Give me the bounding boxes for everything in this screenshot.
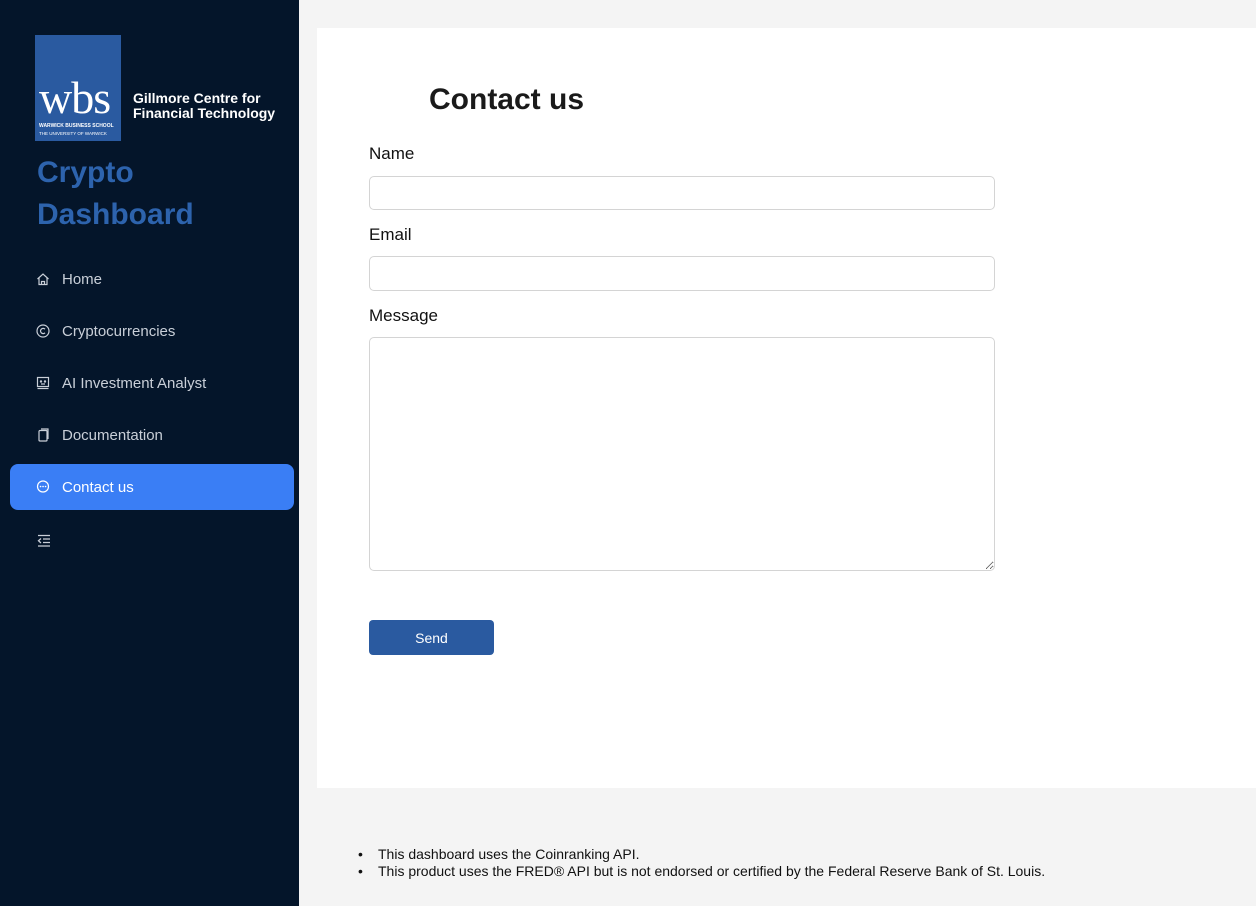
sidebar-item-cryptocurrencies[interactable]: Cryptocurrencies <box>10 308 294 354</box>
document-icon <box>36 428 50 442</box>
sidebar-item-home[interactable]: Home <box>10 256 294 302</box>
footer-note-coinranking: This dashboard uses the Coinranking API. <box>356 846 1045 863</box>
wbs-logo[interactable]: wbs WARWICK BUSINESS SCHOOL THE UNIVERSI… <box>35 35 121 141</box>
sidebar: wbs WARWICK BUSINESS SCHOOL THE UNIVERSI… <box>0 0 299 906</box>
sidebar-item-label: Home <box>62 270 103 288</box>
sidebar-nav: Home Cryptocurrencies AI Investment Anal… <box>10 256 294 516</box>
footer-note-fred: This product uses the FRED® API but is n… <box>356 863 1045 880</box>
centre-name-line1: Gillmore Centre for <box>133 90 261 106</box>
sidebar-item-ai-investment-analyst[interactable]: AI Investment Analyst <box>10 360 294 406</box>
footer-notes: This dashboard uses the Coinranking API.… <box>356 846 1045 880</box>
name-field[interactable] <box>369 176 995 210</box>
page-title: Contact us <box>429 83 585 116</box>
logo-wordmark: wbs <box>39 72 111 123</box>
email-label: Email <box>369 225 412 244</box>
sidebar-item-label: Contact us <box>62 478 134 496</box>
contact-card: Contact us Name Email Message Send <box>317 28 1256 788</box>
sidebar-item-label: Cryptocurrencies <box>62 322 176 340</box>
app-title-line2: Dashboard <box>37 198 194 231</box>
app-title-line1: Crypto <box>37 156 134 189</box>
sidebar-item-label: AI Investment Analyst <box>62 374 207 392</box>
logo-subtitle-school: WARWICK BUSINESS SCHOOL <box>39 123 114 129</box>
centre-name-line2: Financial Technology <box>133 105 276 121</box>
app-title: Crypto Dashboard <box>37 152 194 236</box>
sidebar-item-label: Documentation <box>62 426 163 444</box>
name-label: Name <box>369 144 415 163</box>
message-field[interactable] <box>369 337 995 571</box>
logo-subtitle-university: THE UNIVERSITY OF WARWICK <box>39 131 107 136</box>
robot-icon <box>36 376 50 390</box>
home-icon <box>36 272 50 286</box>
send-button[interactable]: Send <box>369 620 494 655</box>
chat-bubble-icon <box>36 480 50 494</box>
sidebar-item-contact-us[interactable]: Contact us <box>10 464 294 510</box>
sidebar-item-documentation[interactable]: Documentation <box>10 412 294 458</box>
email-field[interactable] <box>369 256 995 291</box>
menu-collapse-icon[interactable] <box>36 533 52 549</box>
copyright-circle-icon <box>36 324 50 338</box>
message-label: Message <box>369 306 438 325</box>
centre-name: Gillmore Centre for Financial Technology <box>133 91 275 121</box>
